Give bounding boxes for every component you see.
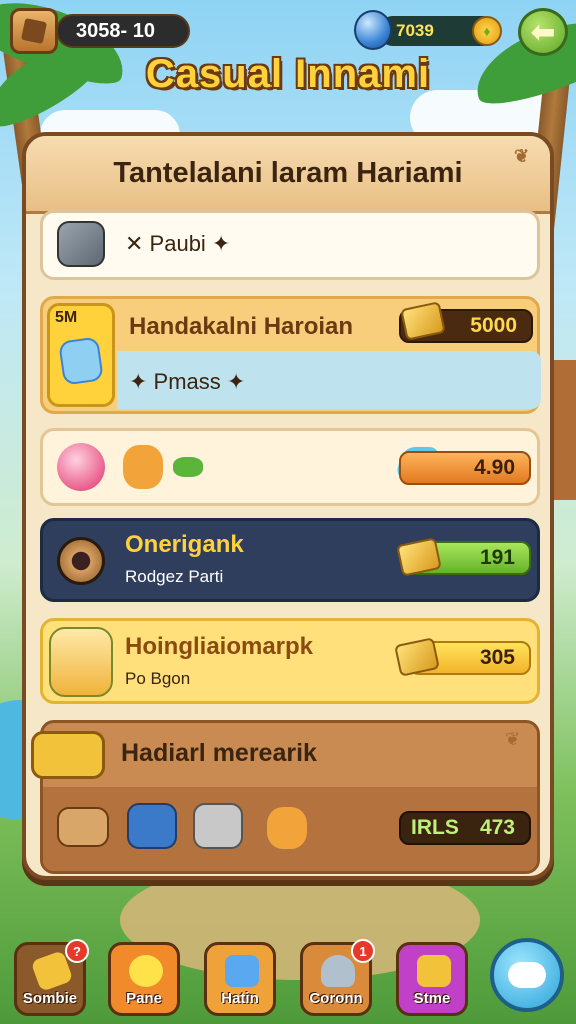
leaf-icon: ♦ [483, 23, 491, 39]
gem-box-icon [127, 803, 177, 849]
helmet-icon [321, 955, 355, 987]
back-button[interactable]: ⬅ [518, 8, 568, 56]
row-title: Onerigank [125, 531, 244, 558]
reward-value: 305 [479, 646, 515, 669]
row-title: Hadiarl merearik [121, 739, 317, 767]
reward-value-pill: 4.90 [399, 451, 531, 485]
journal-button[interactable] [10, 8, 58, 54]
nav-label: Stme [413, 990, 451, 1007]
top-hud: 3058- 10 7039 ♦ ⬅ [0, 6, 576, 56]
camera-globe-icon [57, 221, 105, 267]
list-item-label: ✕ Paubi ✦ [125, 231, 231, 256]
notification-badge: ? [65, 939, 89, 963]
leaf-icon [173, 457, 203, 477]
list-item[interactable]: Hoingliaiomarpk Po Bgon 305 [40, 618, 540, 704]
reward-prefix: IRLS [411, 816, 459, 839]
reward-value: 473 [479, 816, 515, 839]
reward-value: 5000 [470, 314, 517, 337]
chat-button[interactable] [490, 938, 564, 1012]
reward-value: 191 [479, 546, 515, 569]
chat-bubble-icon [508, 962, 546, 988]
corner-ornament-icon: ❦ [505, 729, 521, 750]
nav-item-hatin[interactable]: Hatin [204, 942, 276, 1016]
panel-header: Tantelalani laram Hariami ❦ [26, 136, 550, 214]
row-title: Hoingliaiomarpk [125, 633, 314, 660]
arrow-left-icon: ⬅ [530, 14, 556, 50]
main-panel: Tantelalani laram Hariami ❦ ✕ Paubi ✦ 5M… [22, 132, 554, 880]
nav-item-pane[interactable]: Pane [108, 942, 180, 1016]
coin-value: 3058- 10 [76, 19, 155, 42]
reward-value-pill: IRLS 473 [399, 811, 531, 845]
add-gems-button[interactable]: ♦ [472, 16, 502, 46]
nav-label: Sombie [22, 990, 78, 1007]
nav-item-coronn[interactable]: 1 Coronn [300, 939, 375, 1016]
map-icon [417, 955, 451, 987]
frame-icon [31, 731, 105, 779]
list-item-featured[interactable]: 5M Handakalni Haroian 5000 ✦ Pmass ✦ [40, 296, 541, 414]
camera-lens-icon [57, 537, 105, 585]
nav-label: Coronn [309, 990, 363, 1007]
nav-label: Pane [126, 990, 162, 1007]
panel-title: Tantelalani laram Hariami [113, 157, 463, 189]
reward-value: 4.90 [474, 456, 515, 479]
character-icon [49, 627, 113, 697]
row-subtitle: Rodgez Parti [125, 567, 224, 586]
badge-label: 5M [55, 309, 78, 326]
list-item[interactable]: Onerigank Rodgez Parti 191 [40, 518, 540, 602]
nav-item-stme[interactable]: Stme [396, 942, 468, 1016]
blue-box-icon [58, 336, 104, 386]
row-title: Handakalni Haroian [129, 313, 354, 340]
corner-ornament-icon: ❦ [514, 146, 530, 166]
star-icon [129, 955, 163, 987]
coin-counter: 3058- 10 [56, 14, 190, 48]
pink-orb-icon [57, 443, 105, 491]
notification-badge: 1 [351, 939, 375, 963]
nav-label: Hatin [221, 990, 259, 1007]
nugget-icon [267, 807, 307, 849]
nav-item-sombie[interactable]: ? Sombie [14, 939, 89, 1016]
list-item[interactable]: ✕ Paubi ✦ [40, 210, 540, 280]
scroll-icon [57, 807, 109, 847]
blue-gem-icon [225, 955, 259, 987]
chest-icon [193, 803, 243, 849]
gem-icon [354, 10, 392, 50]
game-title: Casual Innami [145, 52, 431, 96]
nugget-icon [123, 445, 163, 489]
row-subtitle: Po Bgon [125, 669, 191, 688]
row-subtitle: ✦ Pmass ✦ [129, 369, 246, 394]
journal-icon [20, 17, 48, 45]
list-item[interactable]: 4.90 [40, 428, 540, 506]
reward-chest-section[interactable]: Hadiarl merearik ❦ IRLS 473 [31, 720, 540, 874]
gem-value: 7039 [396, 21, 434, 40]
